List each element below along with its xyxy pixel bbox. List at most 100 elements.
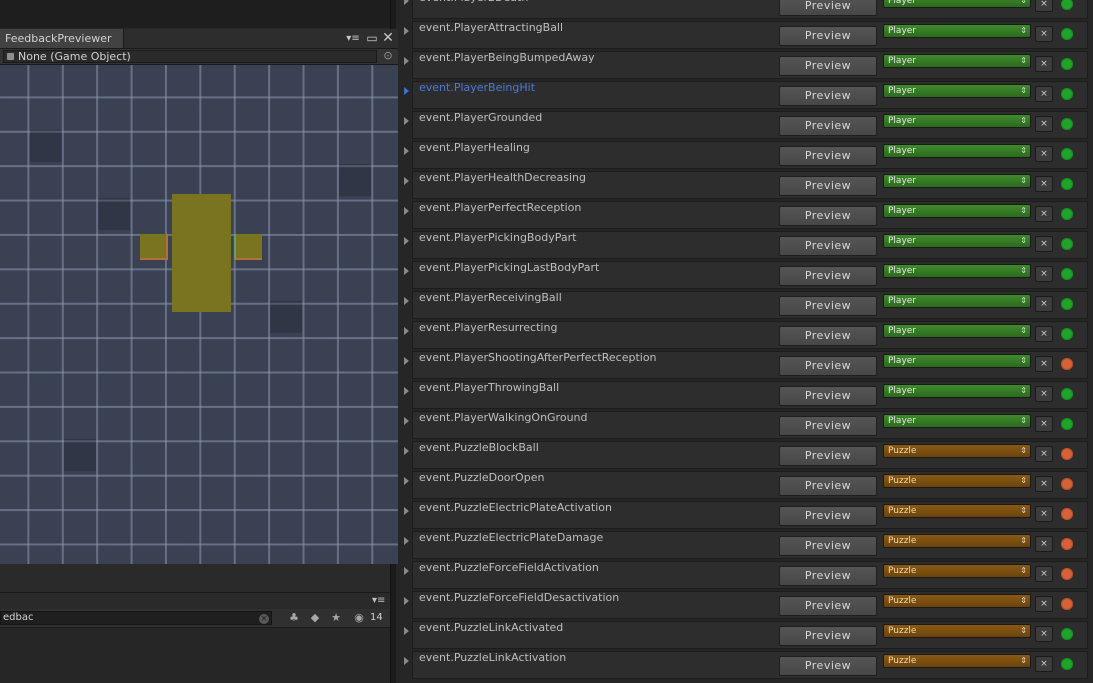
remove-button[interactable]: × xyxy=(1035,236,1053,252)
foldout-arrow-icon[interactable] xyxy=(404,657,409,665)
event-row[interactable]: event.PuzzleLinkActivation Preview Puzzle ⇕… xyxy=(404,651,1088,679)
remove-button[interactable]: × xyxy=(1035,356,1053,372)
event-row[interactable]: event.PlayerHealthDecreasing Preview Playe… xyxy=(404,171,1088,199)
tab-feedback-previewer[interactable]: FeedbackPreviewer xyxy=(0,29,124,48)
event-row[interactable]: event.PlayerAttractingBall Preview Player ⇕… xyxy=(404,21,1088,49)
category-dropdown[interactable]: Puzzle ⇕ xyxy=(883,564,1031,578)
close-icon[interactable]: ✕ xyxy=(381,29,395,48)
event-row[interactable]: event.PuzzleLinkActivated Preview Puzzle ⇕ × xyxy=(404,621,1088,649)
foldout-arrow-icon[interactable] xyxy=(404,327,409,335)
event-row[interactable]: event.Player2Death Preview Player ⇕ × xyxy=(404,0,1088,19)
preview-button[interactable]: Preview xyxy=(779,236,877,256)
event-row[interactable]: event.PlayerResurrecting Preview Player ⇕ × xyxy=(404,321,1088,349)
event-row[interactable]: event.PuzzleForceFieldDesactivation Previ… xyxy=(404,591,1088,619)
scene-preview-viewport[interactable] xyxy=(0,65,398,564)
remove-button[interactable]: × xyxy=(1035,626,1053,642)
preview-button[interactable]: Preview xyxy=(779,326,877,346)
remove-button[interactable]: × xyxy=(1035,446,1053,462)
event-row[interactable]: event.PlayerWalkingOnGround Preview Player… xyxy=(404,411,1088,439)
game-object-field[interactable]: None (Game Object) xyxy=(3,50,377,63)
preview-button[interactable]: Preview xyxy=(779,116,877,136)
event-row[interactable]: event.PlayerShootingAfterPerfectReceptio… xyxy=(404,351,1088,379)
event-row[interactable]: event.PlayerGrounded Preview Player ⇕ × xyxy=(404,111,1088,139)
foldout-arrow-icon[interactable] xyxy=(404,537,409,545)
preview-button[interactable]: Preview xyxy=(779,206,877,226)
category-dropdown[interactable]: Player ⇕ xyxy=(883,294,1031,308)
remove-button[interactable]: × xyxy=(1035,506,1053,522)
event-row[interactable]: event.PlayerPerfectReception Preview Playe… xyxy=(404,201,1088,229)
foldout-arrow-icon[interactable] xyxy=(404,477,409,485)
foldout-arrow-icon[interactable] xyxy=(404,27,409,35)
preview-button[interactable]: Preview xyxy=(779,416,877,436)
category-dropdown[interactable]: Player ⇕ xyxy=(883,0,1031,8)
category-dropdown[interactable]: Puzzle ⇕ xyxy=(883,474,1031,488)
preview-button[interactable]: Preview xyxy=(779,596,877,616)
preview-button[interactable]: Preview xyxy=(779,26,877,46)
category-dropdown[interactable]: Player ⇕ xyxy=(883,144,1031,158)
remove-button[interactable]: × xyxy=(1035,206,1053,222)
foldout-arrow-icon[interactable] xyxy=(404,627,409,635)
maximize-icon[interactable]: ▭ xyxy=(365,29,379,48)
preview-button[interactable]: Preview xyxy=(779,296,877,316)
remove-button[interactable]: × xyxy=(1035,596,1053,612)
remove-button[interactable]: × xyxy=(1035,26,1053,42)
event-row[interactable]: event.PuzzleElectricPlateDamage Preview Pu… xyxy=(404,531,1088,559)
preview-button[interactable]: Preview xyxy=(779,266,877,286)
menu-icon[interactable]: ▾≡ xyxy=(372,595,385,606)
event-row[interactable]: event.PlayerPickingLastBodyPart Preview Pl… xyxy=(404,261,1088,289)
category-dropdown[interactable]: Puzzle ⇕ xyxy=(883,444,1031,458)
remove-button[interactable]: × xyxy=(1035,386,1053,402)
event-row[interactable]: event.PlayerHealing Preview Player ⇕ × xyxy=(404,141,1088,169)
remove-button[interactable]: × xyxy=(1035,86,1053,102)
hierarchy-list[interactable] xyxy=(0,628,390,683)
preview-button[interactable]: Preview xyxy=(779,0,877,16)
foldout-arrow-icon[interactable] xyxy=(404,417,409,425)
remove-button[interactable]: × xyxy=(1035,176,1053,192)
foldout-arrow-icon[interactable] xyxy=(404,237,409,245)
foldout-arrow-icon[interactable] xyxy=(404,447,409,455)
event-row[interactable]: event.PuzzleBlockBall Preview Puzzle ⇕ × xyxy=(404,441,1088,469)
target-icon[interactable]: ⊙ xyxy=(382,50,394,62)
foldout-arrow-icon[interactable] xyxy=(404,297,409,305)
preview-button[interactable]: Preview xyxy=(779,86,877,106)
foldout-arrow-icon[interactable] xyxy=(404,87,409,95)
foldout-arrow-icon[interactable] xyxy=(404,0,409,5)
foldout-arrow-icon[interactable] xyxy=(404,117,409,125)
preview-button[interactable]: Preview xyxy=(779,506,877,526)
menu-icon[interactable]: ▾≡ xyxy=(346,29,360,48)
event-row[interactable]: event.PlayerPickingBodyPart Preview Player… xyxy=(404,231,1088,259)
remove-button[interactable]: × xyxy=(1035,146,1053,162)
label-tag-icon[interactable]: ◆ xyxy=(306,610,324,626)
foldout-arrow-icon[interactable] xyxy=(404,57,409,65)
foldout-arrow-icon[interactable] xyxy=(404,267,409,275)
preview-button[interactable]: Preview xyxy=(779,146,877,166)
preview-button[interactable]: Preview xyxy=(779,626,877,646)
filter-by-type-icon[interactable]: ♣ xyxy=(285,610,303,626)
preview-button[interactable]: Preview xyxy=(779,56,877,76)
hidden-eye-icon[interactable]: ◉ xyxy=(350,610,368,626)
category-dropdown[interactable]: Player ⇕ xyxy=(883,264,1031,278)
remove-button[interactable]: × xyxy=(1035,296,1053,312)
category-dropdown[interactable]: Player ⇕ xyxy=(883,84,1031,98)
preview-button[interactable]: Preview xyxy=(779,356,877,376)
category-dropdown[interactable]: Player ⇕ xyxy=(883,324,1031,338)
category-dropdown[interactable]: Player ⇕ xyxy=(883,114,1031,128)
remove-button[interactable]: × xyxy=(1035,116,1053,132)
foldout-arrow-icon[interactable] xyxy=(404,177,409,185)
remove-button[interactable]: × xyxy=(1035,416,1053,432)
preview-button[interactable]: Preview xyxy=(779,566,877,586)
preview-button[interactable]: Preview xyxy=(779,446,877,466)
foldout-arrow-icon[interactable] xyxy=(404,597,409,605)
remove-button[interactable]: × xyxy=(1035,476,1053,492)
preview-button[interactable]: Preview xyxy=(779,476,877,496)
remove-button[interactable]: × xyxy=(1035,266,1053,282)
remove-button[interactable]: × xyxy=(1035,0,1053,12)
remove-button[interactable]: × xyxy=(1035,566,1053,582)
category-dropdown[interactable]: Puzzle ⇕ xyxy=(883,654,1031,668)
category-dropdown[interactable]: Player ⇕ xyxy=(883,174,1031,188)
preview-button[interactable]: Preview xyxy=(779,176,877,196)
event-row[interactable]: event.PuzzleElectricPlateActivation Previ… xyxy=(404,501,1088,529)
preview-button[interactable]: Preview xyxy=(779,656,877,676)
event-row[interactable]: event.PuzzleForceFieldActivation Preview P… xyxy=(404,561,1088,589)
event-row[interactable]: event.PlayerReceivingBall Preview Player ⇕ × xyxy=(404,291,1088,319)
